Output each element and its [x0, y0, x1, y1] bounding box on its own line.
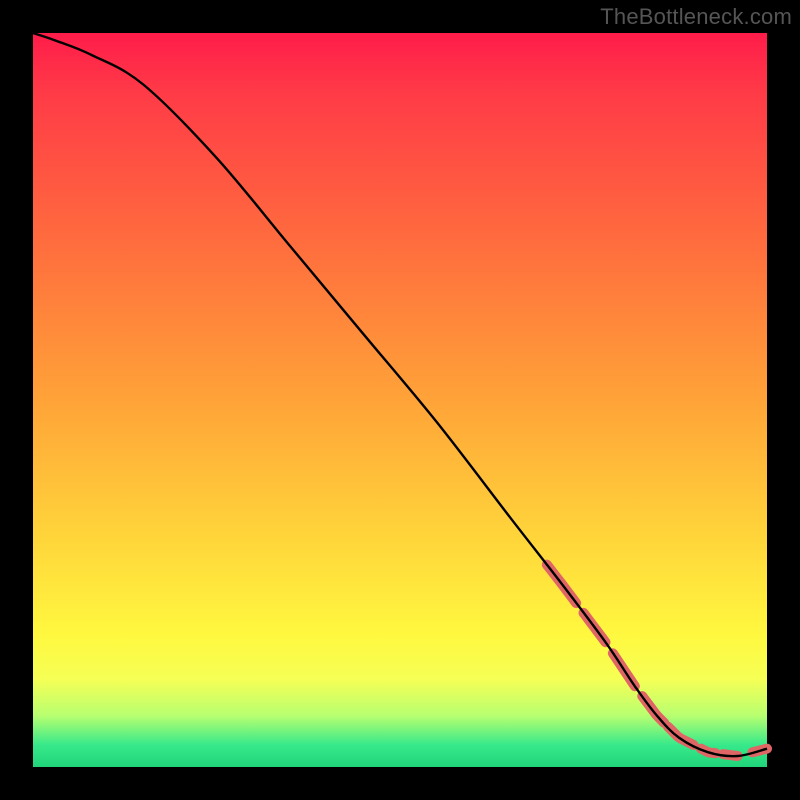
chart-frame: TheBottleneck.com: [0, 0, 800, 800]
brand-watermark: TheBottleneck.com: [600, 4, 792, 30]
curve-line: [33, 33, 767, 756]
plot-area: [33, 33, 767, 767]
chart-svg: [33, 33, 767, 767]
highlight-group: [547, 565, 767, 756]
highlight-segment: [668, 727, 694, 745]
